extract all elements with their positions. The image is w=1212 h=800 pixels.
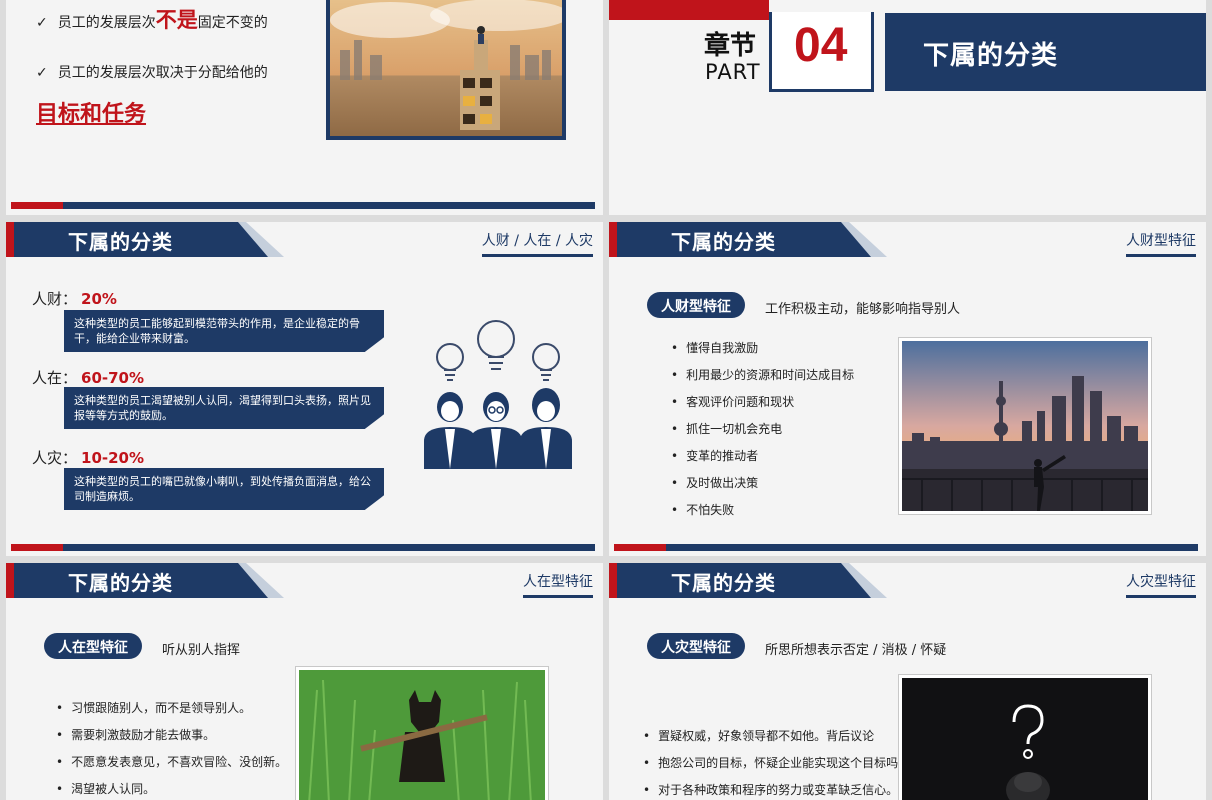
slide-subordinate-types[interactable]: 下属的分类 人财 / 人在 / 人灾 人财： 20% 这种类型的员工能够起到模范带…	[6, 222, 603, 556]
slide-section-04[interactable]: 章节 PART 04 下属的分类	[609, 0, 1206, 215]
trait-bullet: 利用最少的资源和时间达成目标	[671, 366, 854, 383]
slide-tag: 人财型特征	[1126, 230, 1196, 257]
trait-pill: 人财型特征	[647, 292, 745, 318]
trait-bullet: 抱怨公司的目标，怀疑企业能实现这个目标吗?	[643, 754, 904, 771]
question-mark-photo	[899, 675, 1151, 800]
trait-summary: 所思所想表示否定 / 消极 / 怀疑	[765, 643, 947, 658]
trait-summary: 工作积极主动，能够影响指导别人	[765, 302, 961, 317]
trait-bullet: 懂得自我激励	[671, 339, 758, 356]
type-label-present: 人在： 60-70%	[32, 369, 145, 387]
type-desc-present: 这种类型的员工渴望被别人认同，渴望得到口头表扬，照片见报等等方式的鼓励。	[64, 387, 384, 429]
dog-in-grass-photo	[296, 667, 548, 800]
check-icon: ✓	[36, 65, 48, 81]
slide-tag: 人在型特征	[523, 571, 593, 598]
goals-and-tasks-emphasis: 目标和任务	[36, 102, 147, 127]
check-icon: ✓	[36, 15, 48, 31]
slide-disaster-traits[interactable]: 下属的分类 人灾型特征 人灾型特征 所思所想表示否定 / 消极 / 怀疑 置疑权…	[609, 563, 1206, 800]
trait-bullet: 抓住一切机会充电	[671, 420, 782, 437]
trait-bullet: 及时做出决策	[671, 474, 758, 491]
trait-bullet: 客观评价问题和现状	[671, 393, 794, 410]
slide-header: 下属的分类	[6, 222, 286, 257]
trait-summary: 听从别人指挥	[162, 643, 241, 658]
part-label: PART	[705, 60, 761, 84]
header-red-edge	[609, 222, 617, 257]
slide-title: 下属的分类	[68, 571, 173, 595]
trait-bullet: 不怕失败	[671, 501, 734, 518]
slide-header: 下属的分类	[609, 222, 889, 257]
trait-bullet: 渴望被人认同。	[56, 780, 155, 797]
chapter-label: 章节	[704, 31, 757, 61]
trait-pill: 人灾型特征	[647, 633, 745, 659]
type-label-disaster: 人灾： 10-20%	[32, 449, 145, 467]
section-number: 04	[794, 19, 848, 72]
slide-footer-bar	[614, 544, 1198, 551]
trait-pill: 人在型特征	[44, 633, 142, 659]
city-skyline-photo	[899, 338, 1151, 514]
slide-title: 下属的分类	[671, 571, 776, 595]
section-number-box: 04	[769, 12, 874, 92]
bullet-not-fixed: ✓ 员工的发展层次不是固定不变的	[36, 8, 268, 32]
people-lightbulb-icon	[424, 320, 572, 469]
slide-present-traits[interactable]: 下属的分类 人在型特征 人在型特征 听从别人指挥 习惯跟随别人，而不是领导别人。…	[6, 563, 603, 800]
slide-talent-traits[interactable]: 下属的分类 人财型特征 人财型特征 工作积极主动，能够影响指导别人 懂得自我激励…	[609, 222, 1206, 556]
trait-bullet: 不愿意发表意见，不喜欢冒险、没创新。	[56, 753, 287, 770]
slide-title: 下属的分类	[68, 230, 173, 254]
trait-bullet: 习惯跟随别人，而不是领导别人。	[56, 699, 251, 716]
bullet-depends-on: ✓ 员工的发展层次取决于分配给他的	[36, 65, 268, 81]
trait-bullet: 变革的推动者	[671, 447, 758, 464]
city-blocks-photo	[326, 0, 566, 140]
slide-header: 下属的分类	[6, 563, 286, 598]
slide-header: 下属的分类	[609, 563, 889, 598]
header-red-edge	[6, 222, 14, 257]
slide-footer-bar	[11, 544, 595, 551]
slide-footer-bar	[11, 202, 595, 209]
trait-bullet: 需要刺激鼓励才能去做事。	[56, 726, 215, 743]
slide-tag: 人财 / 人在 / 人灾	[481, 230, 593, 257]
slide-tag: 人灾型特征	[1126, 571, 1196, 598]
header-red-edge	[609, 563, 617, 598]
section-title: 下属的分类	[885, 13, 1206, 91]
type-label-talent: 人财： 20%	[32, 290, 117, 308]
red-corner-bar	[609, 0, 769, 20]
trait-bullet: 对于各种政策和程序的努力或变革缺乏信心。	[643, 781, 898, 798]
slide-title: 下属的分类	[671, 230, 776, 254]
header-red-edge	[6, 563, 14, 598]
trait-bullet: 置疑权威，好象领导都不如他。背后议论	[643, 727, 874, 744]
type-desc-talent: 这种类型的员工能够起到模范带头的作用，是企业稳定的骨干，能给企业带来财富。	[64, 310, 384, 352]
slide-development-level[interactable]: ✓ 员工的发展层次不是固定不变的 ✓ 员工的发展层次取决于分配给他的 目标和任务	[6, 0, 603, 215]
type-desc-disaster: 这种类型的员工的嘴巴就像小喇叭，到处传播负面消息，给公司制造麻烦。	[64, 468, 384, 510]
